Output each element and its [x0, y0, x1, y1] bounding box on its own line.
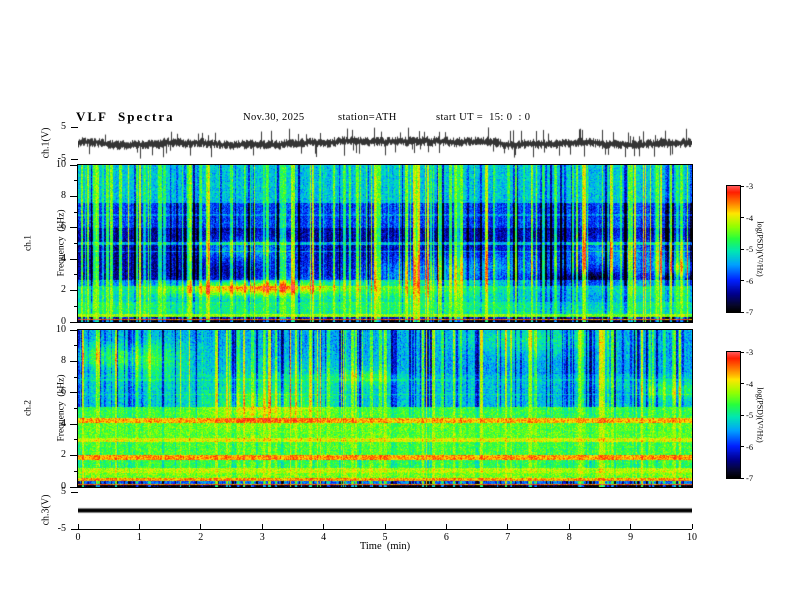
ch1-wave-y-tick-mark [71, 126, 78, 128]
colorbar-1-tick-mark [740, 217, 744, 218]
x-tick-label: 4 [321, 532, 327, 543]
colorbar-2-tick-mark [740, 351, 744, 353]
x-tick-label: 10 [687, 532, 697, 543]
x-tick-label: 9 [628, 532, 634, 543]
x-tick-label: 1 [136, 532, 142, 543]
ch1-spectrogram-canvas [78, 165, 692, 322]
colorbar-2-tick-label: -7 [746, 473, 754, 483]
colorbar-2-canvas [727, 352, 740, 478]
start-time-label: start UT = 15: 0 : 0 [436, 112, 531, 123]
colorbar-2-tick-mark [740, 383, 744, 384]
colorbar-1-canvas [727, 186, 740, 312]
colorbar-2-label: log(PSD)(V²/Hz) [755, 387, 765, 443]
ch3-wave-y-tick-mark [71, 528, 78, 530]
ch1-spec-y-tick-label: 0 [61, 315, 66, 327]
ch1-spec-y-tick-label: 8 [61, 189, 66, 201]
ch2-frequency-axis-label-line1: ch.2 [23, 399, 34, 417]
ch2-spec-y-tick-label: 8 [61, 354, 66, 366]
colorbar-2-tick-label: -6 [746, 441, 754, 452]
colorbar-2-tick-mark [740, 446, 744, 447]
colorbar-1-tick-mark [740, 185, 744, 187]
colorbar-1-tick-label: -3 [746, 181, 754, 191]
colorbar-1-tick-label: -5 [746, 244, 754, 254]
colorbar-1-tick-label: -6 [746, 275, 754, 286]
x-tick-label: 6 [443, 532, 449, 543]
ch2-spec-y-tick-mark [70, 455, 78, 457]
ch2-spec-y-tick-mark [70, 329, 78, 331]
x-tick-label: 7 [505, 532, 511, 543]
colorbar-1-label: log(PSD)(V²/Hz) [755, 221, 765, 277]
ch1-frequency-axis-label: ch.1 Frequency (kHz) [1, 209, 88, 276]
ch2-frequency-axis-label-line2: Frequency (kHz) [55, 374, 66, 442]
time-axis-label: Time (min) [359, 541, 411, 552]
x-tick-label: 3 [259, 532, 265, 543]
colorbar-1-tick-label: -7 [746, 307, 754, 317]
ch1-spec-y-tick-label: 10 [56, 158, 66, 170]
ch2-spec-y-tick-label: 0 [61, 480, 66, 492]
date-label: Nov.30, 2025 [243, 112, 305, 123]
ch1-spec-y-tick-mark [70, 321, 78, 323]
ch1-frequency-axis-label-line2: Frequency (kHz) [55, 209, 66, 277]
colorbar-2-tick-mark [740, 414, 744, 416]
ch2-spec-y-tick-label: 10 [56, 323, 66, 335]
colorbar-1-tick-mark [740, 280, 744, 281]
ch1-voltage-axis-label: ch.1(V) [40, 127, 52, 159]
vlf-spectra-figure: VLF Spectra Nov.30, 2025 station=ATH sta… [0, 0, 792, 612]
ch1-spec-y-tick-mark [70, 195, 78, 197]
colorbar-2-tick-label: -3 [746, 347, 754, 357]
colorbar-2-tick-label: -5 [746, 410, 754, 420]
ch2-spec-y-tick-mark [70, 360, 78, 362]
figure-title: VLF Spectra [76, 109, 175, 124]
colorbar-1-tick-mark [740, 311, 744, 313]
ch1-wave-y-tick-mark [71, 158, 78, 160]
ch1-spec-y-tick-mark [70, 164, 78, 166]
ch3-waveform-canvas [78, 492, 692, 529]
station-label: station=ATH [338, 112, 397, 123]
ch2-spectrogram-canvas [78, 330, 692, 487]
ch1-waveform-canvas [78, 127, 692, 159]
colorbar-1-tick-label: -4 [746, 212, 754, 223]
ch2-spec-y-tick-mark [70, 486, 78, 488]
ch1-frequency-axis-label-line1: ch.1 [23, 234, 34, 252]
x-tick-label: 8 [566, 532, 572, 543]
ch2-frequency-axis-label: ch.2 Frequency (kHz) [1, 374, 88, 441]
x-axis-line [78, 529, 692, 530]
ch1-spec-y-tick-label: 2 [61, 284, 66, 296]
ch2-spec-y-tick-label: 2 [61, 449, 66, 461]
ch3-voltage-axis-label: ch.3(V) [40, 494, 52, 526]
ch3-wave-y-tick-mark [71, 491, 78, 493]
colorbar-2-tick-mark [740, 477, 744, 479]
x-tick-label: 2 [198, 532, 204, 543]
x-tick-label: 0 [75, 532, 81, 543]
ch1-spec-y-tick-mark [70, 290, 78, 292]
colorbar-2-tick-label: -4 [746, 378, 754, 389]
colorbar-1-tick-mark [740, 248, 744, 250]
